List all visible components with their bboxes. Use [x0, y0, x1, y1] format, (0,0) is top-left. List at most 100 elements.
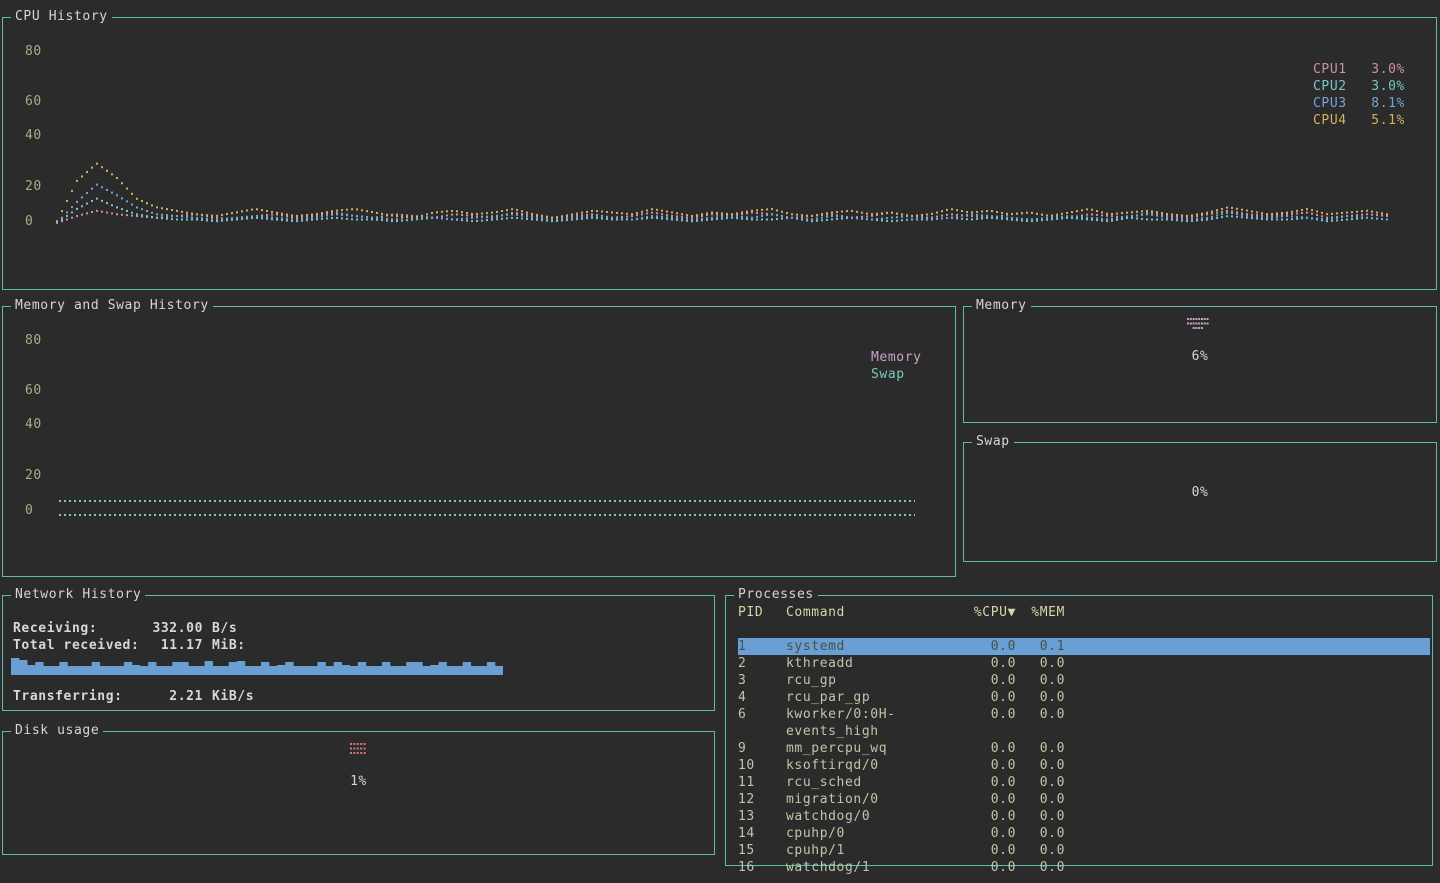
process-mem: 0.0 — [1016, 689, 1065, 706]
process-mem: 0.0 — [1016, 825, 1065, 842]
process-mem: 0.0 — [1016, 774, 1065, 791]
cpu-history-graph — [56, 38, 1391, 230]
column-header-pid[interactable]: PID — [738, 604, 786, 621]
process-cpu: 0.0 — [972, 825, 1016, 842]
process-row[interactable]: 14cpuhp/00.00.0 — [738, 825, 1430, 842]
y-axis-tick: 60 — [25, 383, 42, 399]
process-cpu: 0.0 — [972, 638, 1016, 655]
process-command: watchdog/1 — [786, 859, 972, 876]
receiving-value: 332.00 — [141, 621, 203, 636]
process-command: kthreadd — [786, 655, 972, 672]
network-history-title: Network History — [11, 587, 145, 602]
y-axis-tick: 20 — [25, 468, 42, 484]
memory-swap-history-panel: Memory and Swap History 806040200 Memory… — [2, 306, 956, 577]
process-pid: 11 — [738, 774, 786, 791]
y-axis-tick: 40 — [25, 128, 42, 144]
process-cpu: 0.0 — [972, 842, 1016, 859]
process-row[interactable]: 13watchdog/00.00.0 — [738, 808, 1430, 825]
network-receiving-line: Receiving: 332.00 B/s — [13, 621, 237, 636]
memory-gauge-title: Memory — [972, 298, 1031, 313]
process-row[interactable]: 9mm_percpu_wq0.00.0 — [738, 740, 1430, 757]
process-list: 1systemd0.00.12kthreadd0.00.03rcu_gp0.00… — [738, 638, 1430, 876]
process-row[interactable]: 6kworker/0:0H-events_high0.00.0 — [738, 706, 1430, 740]
process-pid: 16 — [738, 859, 786, 876]
process-cpu: 0.0 — [972, 791, 1016, 808]
process-pid: 14 — [738, 825, 786, 842]
y-axis-tick: 20 — [25, 179, 42, 195]
cpu-legend-item: CPU13.0% — [1313, 61, 1405, 78]
process-row[interactable]: 2kthreadd0.00.0 — [738, 655, 1430, 672]
column-header-mem[interactable]: %MEM — [1016, 604, 1065, 621]
cpu-legend-item: CPU45.1% — [1313, 112, 1405, 129]
transferring-value: 2.21 — [141, 689, 203, 704]
process-cpu: 0.0 — [972, 689, 1016, 706]
process-row[interactable]: 4rcu_par_gp0.00.0 — [738, 689, 1430, 706]
process-command: mm_percpu_wq — [786, 740, 972, 757]
y-axis-tick: 80 — [25, 333, 42, 349]
process-mem: 0.1 — [1016, 638, 1065, 655]
process-mem: 0.0 — [1016, 655, 1065, 672]
process-command: rcu_gp — [786, 672, 972, 689]
memswap-legend-item: Swap — [871, 366, 922, 383]
column-header-command[interactable]: Command — [786, 604, 972, 621]
memory-swap-history-title: Memory and Swap History — [11, 298, 213, 313]
system-monitor-screen: { "colors":{ "bg":"#2b2b2b","border":"#5… — [0, 0, 1440, 883]
process-pid: 15 — [738, 842, 786, 859]
process-command: rcu_par_gp — [786, 689, 972, 706]
receiving-label: Receiving: — [13, 621, 141, 636]
process-row[interactable]: 10ksoftirqd/00.00.0 — [738, 757, 1430, 774]
process-cpu: 0.0 — [972, 774, 1016, 791]
process-command: cpuhp/0 — [786, 825, 972, 842]
process-pid: 9 — [738, 740, 786, 757]
process-command: rcu_sched — [786, 774, 972, 791]
cpu-legend-label: CPU2 — [1313, 78, 1347, 95]
process-command: systemd — [786, 638, 972, 655]
process-row[interactable]: 12migration/00.00.0 — [738, 791, 1430, 808]
y-axis-tick: 0 — [25, 214, 33, 230]
cpu-legend: CPU13.0%CPU23.0%CPU3 8.1%CPU45.1% — [1313, 61, 1405, 129]
network-transferring-line: Transferring: 2.21 KiB/s — [13, 689, 254, 704]
disk-usage-title: Disk usage — [11, 723, 103, 738]
column-header-cpu-sort[interactable]: %CPU▼ — [972, 604, 1016, 621]
y-axis-tick: 80 — [25, 44, 42, 60]
process-command: watchdog/0 — [786, 808, 972, 825]
process-row[interactable]: 16watchdog/10.00.0 — [738, 859, 1430, 876]
process-pid: 10 — [738, 757, 786, 774]
swap-usage-line — [59, 514, 915, 516]
network-history-panel: Network History Receiving: 332.00 B/s To… — [2, 595, 715, 711]
process-row[interactable]: 1systemd0.00.1 — [738, 638, 1430, 655]
process-command: kworker/0:0H-events_high — [786, 706, 972, 740]
cpu-legend-value: 8.1% — [1371, 95, 1405, 112]
cpu-legend-item: CPU23.0% — [1313, 78, 1405, 95]
disk-usage-panel: Disk usage 1% — [2, 731, 715, 855]
y-axis-tick: 40 — [25, 417, 42, 433]
process-row[interactable]: 15cpuhp/10.00.0 — [738, 842, 1430, 859]
swap-gauge-panel: Swap 0% — [963, 442, 1437, 562]
process-row[interactable]: 11rcu_sched0.00.0 — [738, 774, 1430, 791]
disk-usage-percent: 1% — [3, 774, 714, 789]
transferring-label: Transferring: — [13, 689, 141, 704]
cpu-legend-label: CPU3 — [1313, 95, 1347, 112]
process-pid: 6 — [738, 706, 786, 740]
process-command: migration/0 — [786, 791, 972, 808]
swap-gauge-title: Swap — [972, 434, 1014, 449]
memory-usage-percent: 6% — [964, 349, 1436, 364]
process-pid: 13 — [738, 808, 786, 825]
cpu-legend-item: CPU3 8.1% — [1313, 95, 1405, 112]
disk-usage-dots — [350, 743, 368, 756]
memory-usage-line — [59, 500, 915, 502]
memory-usage-dots — [1187, 318, 1213, 331]
process-cpu: 0.0 — [972, 740, 1016, 757]
process-cpu: 0.0 — [972, 808, 1016, 825]
swap-usage-percent: 0% — [964, 485, 1436, 500]
process-command: cpuhp/1 — [786, 842, 972, 859]
total-received-label: Total received: — [13, 638, 141, 653]
transferring-unit: KiB/s — [212, 689, 254, 704]
process-row[interactable]: 3rcu_gp0.00.0 — [738, 672, 1430, 689]
process-cpu: 0.0 — [972, 655, 1016, 672]
process-mem: 0.0 — [1016, 842, 1065, 859]
process-mem: 0.0 — [1016, 808, 1065, 825]
y-axis-tick: 0 — [25, 503, 33, 519]
process-mem: 0.0 — [1016, 706, 1065, 740]
processes-panel: Processes PID Command %CPU▼ %MEM 1system… — [725, 595, 1433, 866]
